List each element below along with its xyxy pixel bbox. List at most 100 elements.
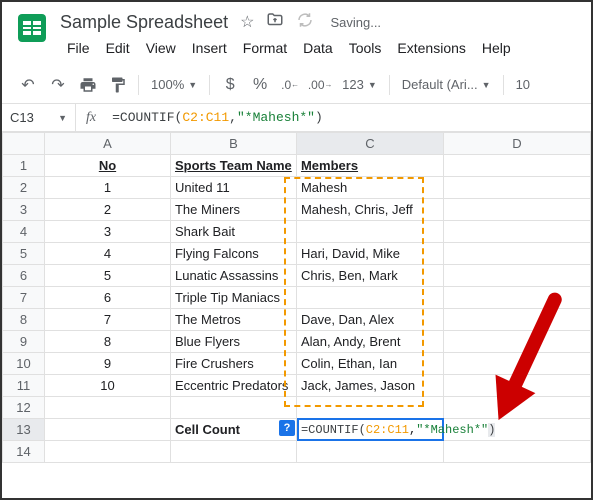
row-header-8[interactable]: 8 [3,309,45,331]
cell-B10[interactable]: Fire Crushers [170,353,296,375]
menu-view[interactable]: View [139,36,183,60]
cell-A1[interactable]: No [45,155,171,177]
cell-A5[interactable]: 4 [45,243,171,265]
cell-C14[interactable] [296,441,443,463]
cell-D3[interactable] [443,199,590,221]
cell-B4[interactable]: Shark Bait [170,221,296,243]
move-folder-icon[interactable] [266,11,284,34]
menu-extensions[interactable]: Extensions [390,36,472,60]
cell-B1[interactable]: Sports Team Name [170,155,296,177]
cell-C3[interactable]: Mahesh, Chris, Jeff [296,199,443,221]
cell-D10[interactable] [443,353,590,375]
menu-edit[interactable]: Edit [99,36,137,60]
cell-A9[interactable]: 8 [45,331,171,353]
row-header-5[interactable]: 5 [3,243,45,265]
cell-C2[interactable]: Mahesh [296,177,443,199]
cell-C13[interactable]: ? =COUNTIF(C2:C11,"*Mahesh*") [296,419,443,441]
row-header-2[interactable]: 2 [3,177,45,199]
zoom-dropdown[interactable]: 100%▼ [145,77,203,92]
cell-A11[interactable]: 10 [45,375,171,397]
col-header-C[interactable]: C [296,133,443,155]
cell-D11[interactable] [443,375,590,397]
col-header-A[interactable]: A [45,133,171,155]
cell-D4[interactable] [443,221,590,243]
cell-D8[interactable] [443,309,590,331]
star-icon[interactable]: ☆ [240,12,254,32]
cell-B13[interactable]: Cell Count [170,419,296,441]
cell-A2[interactable]: 1 [45,177,171,199]
cell-B6[interactable]: Lunatic Assassins [170,265,296,287]
cell-A10[interactable]: 9 [45,353,171,375]
menu-format[interactable]: Format [236,36,294,60]
cell-B3[interactable]: The Miners [170,199,296,221]
row-header-13[interactable]: 13 [3,419,45,441]
percent-button[interactable]: % [246,71,274,99]
name-box[interactable]: C13▼ [2,104,76,131]
row-header-11[interactable]: 11 [3,375,45,397]
cell-C6[interactable]: Chris, Ben, Mark [296,265,443,287]
formula-help-icon[interactable]: ? [279,420,295,436]
cell-C8[interactable]: Dave, Dan, Alex [296,309,443,331]
menu-file[interactable]: File [60,36,97,60]
cell-A3[interactable]: 2 [45,199,171,221]
cell-B14[interactable] [170,441,296,463]
cell-C10[interactable]: Colin, Ethan, Ian [296,353,443,375]
row-header-6[interactable]: 6 [3,265,45,287]
print-button[interactable] [74,71,102,99]
cell-D7[interactable] [443,287,590,309]
menu-help[interactable]: Help [475,36,518,60]
increase-decimal-button[interactable]: .00→ [306,71,334,99]
cell-A13[interactable] [45,419,171,441]
cell-A12[interactable] [45,397,171,419]
cell-C12[interactable] [296,397,443,419]
cell-B5[interactable]: Flying Falcons [170,243,296,265]
cell-D14[interactable] [443,441,590,463]
cell-D12[interactable] [443,397,590,419]
cloud-sync-icon[interactable] [296,11,314,34]
row-header-10[interactable]: 10 [3,353,45,375]
cell-B9[interactable]: Blue Flyers [170,331,296,353]
redo-button[interactable]: ↷ [44,71,72,99]
cell-D6[interactable] [443,265,590,287]
cell-D5[interactable] [443,243,590,265]
cell-C4[interactable] [296,221,443,243]
cell-D9[interactable] [443,331,590,353]
menu-data[interactable]: Data [296,36,340,60]
active-cell-editor[interactable]: =COUNTIF(C2:C11,"*Mahesh*") [297,418,444,441]
font-size[interactable]: 10 [510,77,536,92]
menu-insert[interactable]: Insert [185,36,234,60]
cell-D1[interactable] [443,155,590,177]
cell-C9[interactable]: Alan, Andy, Brent [296,331,443,353]
font-dropdown[interactable]: Default (Ari...▼ [396,77,497,92]
paint-format-button[interactable] [104,71,132,99]
cell-B7[interactable]: Triple Tip Maniacs [170,287,296,309]
row-header-4[interactable]: 4 [3,221,45,243]
spreadsheet-grid[interactable]: A B C D 1 No Sports Team Name Members 21… [2,132,591,463]
row-header-3[interactable]: 3 [3,199,45,221]
cell-B8[interactable]: The Metros [170,309,296,331]
col-header-B[interactable]: B [170,133,296,155]
cell-C1[interactable]: Members [296,155,443,177]
cell-A14[interactable] [45,441,171,463]
cell-D2[interactable] [443,177,590,199]
row-header-12[interactable]: 12 [3,397,45,419]
cell-B2[interactable]: United 11 [170,177,296,199]
cell-B11[interactable]: Eccentric Predators [170,375,296,397]
row-header-7[interactable]: 7 [3,287,45,309]
row-header-9[interactable]: 9 [3,331,45,353]
cell-B12[interactable] [170,397,296,419]
row-header-14[interactable]: 14 [3,441,45,463]
decrease-decimal-button[interactable]: .0← [276,71,304,99]
cell-C5[interactable]: Hari, David, Mike [296,243,443,265]
number-format-dropdown[interactable]: 123▼ [336,77,383,92]
cell-A8[interactable]: 7 [45,309,171,331]
formula-input[interactable]: =COUNTIF(C2:C11,"*Mahesh*") [106,110,591,125]
sheets-logo[interactable] [14,10,50,46]
cell-C7[interactable] [296,287,443,309]
col-header-D[interactable]: D [443,133,590,155]
cell-A7[interactable]: 6 [45,287,171,309]
cell-A4[interactable]: 3 [45,221,171,243]
cell-C11[interactable]: Jack, James, Jason [296,375,443,397]
menu-tools[interactable]: Tools [342,36,389,60]
row-header-1[interactable]: 1 [3,155,45,177]
